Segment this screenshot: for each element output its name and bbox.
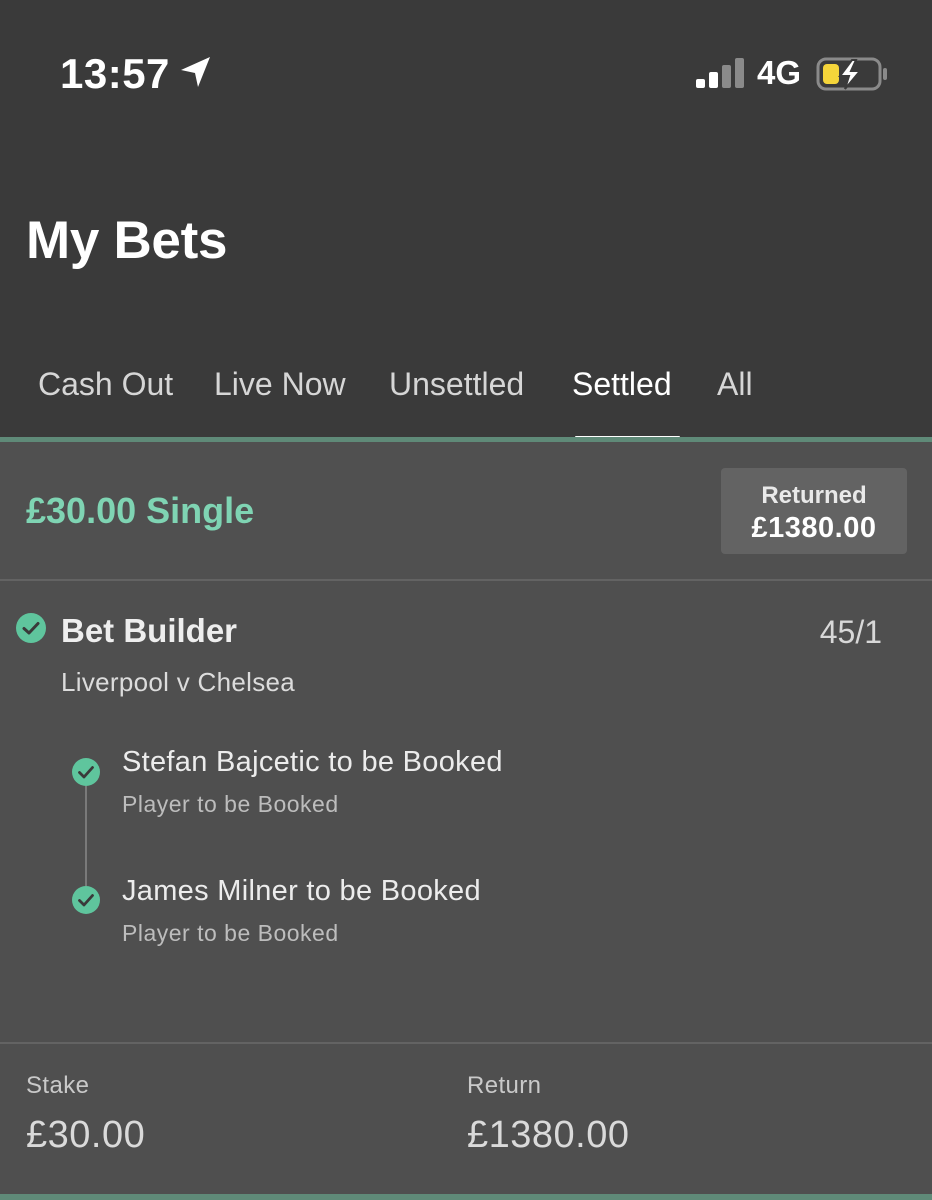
tab-cash-out[interactable]: Cash Out [38,366,173,403]
network-type: 4G [757,54,802,91]
bet-type-label: £30.00 Single [26,490,255,531]
bet-card-header[interactable]: £30.00 Single Returned £1380.00 [0,442,932,579]
leg-subtitle: Player to be Booked [122,791,339,817]
bottom-accent [0,1194,932,1200]
check-circle-icon [72,886,100,914]
battery-charging-icon [816,57,887,91]
header: 13:57 4G My Bets Cash Out Live Now Unset… [0,0,932,441]
return-label: Return [467,1072,542,1099]
leg-title: Stefan Bajcetic to be Booked [122,746,503,778]
bet-tabs: Cash Out Live Now Unsettled Settled All [0,360,932,441]
market-name: Bet Builder [61,612,238,649]
leg-title: James Milner to be Booked [122,875,481,907]
check-circle-icon [72,758,100,786]
stake-label: Stake [26,1072,90,1099]
returned-label: Returned [761,482,867,509]
tab-settled[interactable]: Settled [572,366,672,403]
legs-connector [85,786,87,886]
status-bar: 13:57 4G [0,0,932,150]
odds: 45/1 [819,614,882,650]
tab-live-now[interactable]: Live Now [214,366,346,403]
leg-subtitle: Player to be Booked [122,920,339,946]
return-value: £1380.00 [467,1114,630,1156]
returned-value: £1380.00 [751,512,877,544]
location-arrow-icon [181,57,210,87]
tab-all[interactable]: All [717,366,753,403]
cellular-signal-icon [696,58,744,88]
event-name[interactable]: Liverpool v Chelsea [61,667,295,698]
check-circle-icon [16,613,46,643]
tab-unsettled[interactable]: Unsettled [389,366,524,403]
returned-badge: Returned £1380.00 [721,468,907,554]
page-title: My Bets [26,211,228,270]
bet-summary: Stake £30.00 Return £1380.00 [0,1044,932,1194]
status-time: 13:57 [60,50,170,97]
divider [0,579,932,581]
stake-value: £30.00 [26,1114,146,1156]
